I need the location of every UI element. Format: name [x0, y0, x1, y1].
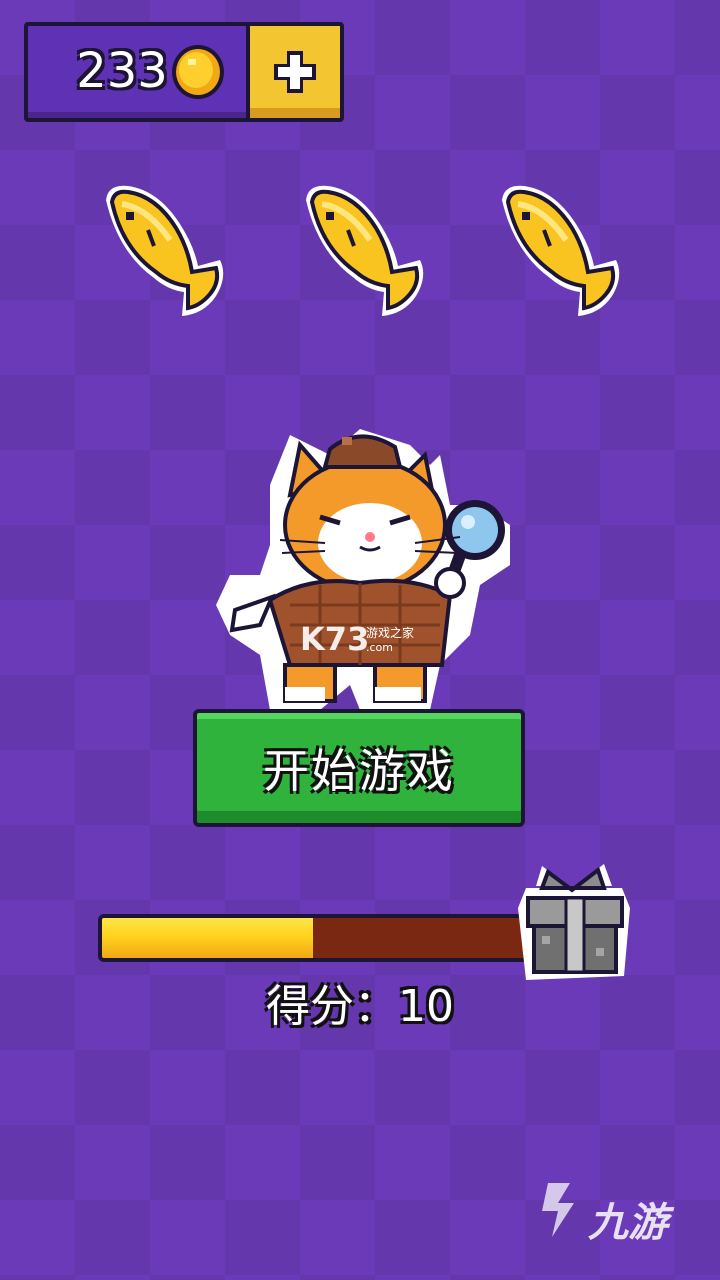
detective-cat-icon — [216, 429, 510, 710]
plus-icon — [274, 51, 316, 93]
fish-icon — [502, 185, 620, 316]
coin-panel: 233 — [24, 22, 344, 122]
add-coins-button[interactable] — [246, 22, 344, 122]
gift-box-icon[interactable] — [512, 858, 636, 986]
score-text: 得分：10 — [266, 981, 454, 1032]
start-game-button[interactable]: 开始游戏 — [193, 709, 525, 827]
k73-domain-text: .com — [366, 641, 393, 654]
fish-icon — [306, 185, 424, 316]
gold-coin-icon — [172, 45, 224, 99]
fish-icon — [106, 185, 224, 316]
coin-count: 233 — [76, 43, 168, 99]
progress-fill — [102, 918, 313, 958]
jiuyou-watermark-text: 九游 — [588, 1200, 668, 1246]
progress-bar — [98, 914, 528, 962]
k73-text: K73 — [300, 620, 370, 658]
start-game-label: 开始游戏 — [263, 744, 455, 798]
k73-sub-text: 游戏之家 — [366, 626, 415, 640]
k73-watermark-sub: 游戏之家 .com — [366, 624, 436, 654]
